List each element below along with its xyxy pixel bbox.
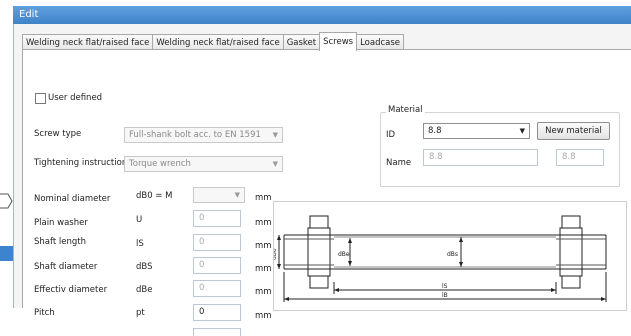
plain-washer-symbol: U (136, 215, 143, 225)
screw-type-select[interactable]: Full-shank bolt acc. to EN 1591 ▼ (124, 127, 283, 143)
user-defined-checkbox[interactable] (35, 93, 46, 104)
tightening-label: Tightening instruction (34, 158, 128, 168)
material-name-field[interactable]: 8.8 (423, 149, 538, 166)
screw-type-value: Full-shank bolt acc. to EN 1591 (129, 130, 261, 140)
material-name-field-2[interactable]: 8.8 (556, 149, 604, 166)
pitch-field[interactable]: 0 (193, 304, 241, 321)
material-id-label: ID (386, 130, 396, 140)
shaft-diameter-unit: mm (255, 264, 272, 274)
label-dBe: dBe (338, 251, 350, 258)
shaft-length-field[interactable]: 0 (193, 234, 241, 251)
nominal-diameter-label: Nominal diameter (34, 194, 111, 204)
tightening-select[interactable]: Torque wrench ▼ (124, 156, 283, 172)
edit-dialog: Welding neck flat/raised face Welding ne… (13, 24, 631, 336)
material-id-value: 8.8 (428, 126, 442, 136)
label-dB0: dB0 (274, 248, 278, 260)
nominal-diameter-unit: mm (255, 193, 272, 203)
chevron-down-icon: ▼ (272, 131, 278, 139)
right-washer-bottom (561, 275, 581, 289)
nominal-diameter-symbol: dB0 = M (136, 191, 173, 201)
shaft-length-unit: mm (255, 241, 272, 251)
effective-diameter-label: Effectiv diameter (34, 285, 108, 295)
left-washer-bottom (309, 275, 329, 289)
user-defined-label: User defined (48, 93, 103, 103)
new-material-button[interactable]: New material (537, 122, 610, 140)
background-selection-fragment (0, 246, 13, 261)
plain-washer-unit: mm (255, 218, 272, 228)
pitch-unit: mm (255, 311, 272, 321)
window-title: Edit (13, 6, 631, 24)
tab-bar: Welding neck flat/raised face Welding ne… (22, 32, 405, 51)
label-lB: lB (442, 292, 448, 299)
material-group-title: Material (386, 105, 425, 115)
shaft-length-label: Shaft length (34, 237, 86, 247)
chevron-down-icon: ▼ (272, 160, 278, 168)
plain-washer-field[interactable]: 0 (193, 210, 241, 227)
effective-diameter-symbol: dBe (136, 285, 153, 295)
screw-type-label: Screw type (34, 129, 82, 139)
tab-screws[interactable]: Screws (319, 32, 358, 51)
shaft-diameter-label: Shaft diameter (34, 262, 98, 272)
nominal-diameter-select[interactable]: ▼ (193, 187, 245, 203)
shaft-diameter-field[interactable]: 0 (193, 257, 241, 274)
shaft-length-symbol: lS (136, 239, 144, 249)
plain-washer-label: Plain washer (34, 218, 88, 228)
background-window-fragment (0, 190, 14, 212)
label-dBs: dBs (447, 251, 458, 258)
chevron-down-icon: ▼ (519, 127, 525, 135)
pitch-symbol: pt (136, 308, 145, 318)
material-id-select[interactable]: 8.8 ▼ (423, 123, 530, 139)
label-lS: lS (442, 283, 448, 290)
screws-panel: User defined Screw type Full-shank bolt … (22, 49, 631, 336)
next-field-fragment (193, 328, 241, 336)
bolt-drawing: dB0 dBe dBs lS lB (271, 215, 607, 302)
right-washer-top (561, 215, 581, 229)
tightening-value: Torque wrench (129, 159, 191, 169)
shaft-diameter-symbol: dBS (136, 262, 153, 272)
effective-diameter-unit: mm (255, 287, 272, 297)
pitch-label: Pitch (34, 308, 55, 318)
bolt-diagram: dB0 dBe dBs lS lB (271, 201, 627, 311)
material-name-label: Name (386, 158, 412, 168)
left-washer-top (309, 215, 329, 229)
effective-diameter-field[interactable]: 0 (193, 280, 241, 297)
chevron-down-icon: ▼ (234, 191, 240, 199)
